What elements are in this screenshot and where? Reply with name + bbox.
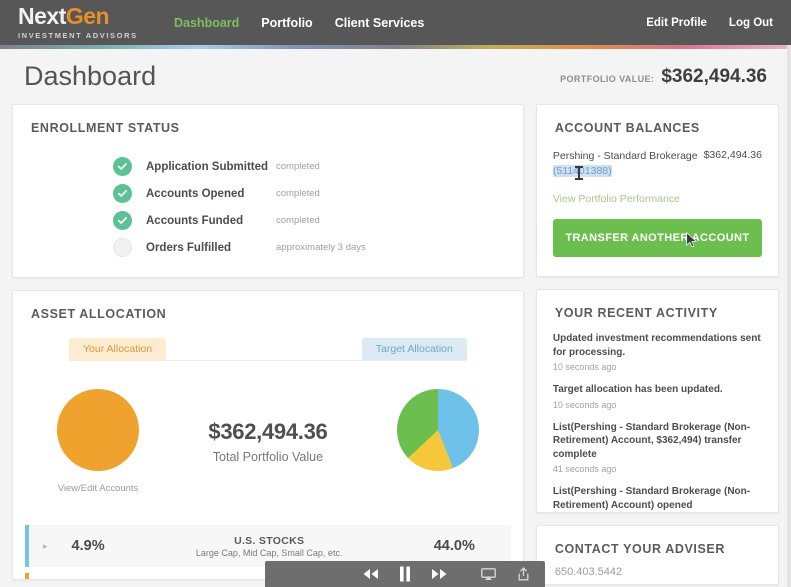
enrollment-status-title: ENROLLMENT STATUS xyxy=(31,121,180,135)
enrollment-step-label: Orders Fulfilled xyxy=(146,241,231,254)
brand-logo[interactable]: NextGen INVESTMENT ADVISORS xyxy=(18,5,146,41)
brand-gen-text: Gen xyxy=(65,3,110,29)
check-circle-icon xyxy=(113,184,132,203)
page-header: Dashboard PORTFOLIO VALUE: $362,494.36 xyxy=(0,49,791,104)
enrollment-step: Application Submitted completed xyxy=(113,153,523,180)
right-column: ACCOUNT BALANCES Pershing - Standard Bro… xyxy=(535,104,779,585)
chevron-right-icon[interactable]: ▸ xyxy=(43,541,48,552)
dashboard-page: NextGen INVESTMENT ADVISORS Dashboard Po… xyxy=(0,0,791,587)
pause-icon[interactable] xyxy=(399,566,411,582)
account-balance-row: Pershing - Standard Brokerage (511401388… xyxy=(537,135,778,179)
check-circle-icon xyxy=(113,211,132,230)
account-name-block: Pershing - Standard Brokerage (511401388… xyxy=(552,149,698,179)
activity-time: 10 seconds ago xyxy=(552,399,617,410)
enrollment-step-status: completed xyxy=(276,161,320,172)
asset-row-target-pct: 44.0% xyxy=(433,538,475,554)
secondary-nav: Edit Profile Log Out xyxy=(646,17,773,29)
view-edit-accounts-link[interactable]: View/Edit Accounts xyxy=(58,483,139,494)
enrollment-step-label: Application Submitted xyxy=(146,160,269,173)
rainbow-divider xyxy=(0,45,791,49)
enrollment-step: Accounts Opened completed xyxy=(113,180,523,207)
brand-tagline: INVESTMENT ADVISORS xyxy=(18,31,138,40)
portfolio-value-summary: PORTFOLIO VALUE: $362,494.36 xyxy=(560,66,767,88)
transfer-another-account-button[interactable]: TRANSFER ANOTHER ACCOUNT xyxy=(552,219,762,258)
enrollment-step-label: Accounts Funded xyxy=(146,214,244,227)
enrollment-step-status: completed xyxy=(276,188,320,199)
view-portfolio-performance-link[interactable]: View Portfolio Performance xyxy=(537,179,778,205)
activity-item: List(Pershing - Standard Brokerage (Non-… xyxy=(553,421,762,475)
total-portfolio-label: Total Portfolio Value xyxy=(212,449,324,464)
enrollment-step: Accounts Funded completed xyxy=(113,207,523,234)
asset-allocation-card: ASSET ALLOCATION Your Allocation Target … xyxy=(12,290,524,580)
top-navbar: NextGen INVESTMENT ADVISORS Dashboard Po… xyxy=(0,0,791,45)
activity-time: 10 seconds ago xyxy=(552,362,617,372)
mouse-pointer xyxy=(686,231,697,253)
your-allocation-pie-chart xyxy=(57,388,139,471)
enrollment-step-label: Accounts Opened xyxy=(146,187,245,200)
enrollment-steps-list: Application Submitted completed Accounts… xyxy=(13,135,523,261)
activity-item: Target allocation has been updated. 10 s… xyxy=(553,383,762,410)
activity-time: 41 seconds ago xyxy=(552,464,617,474)
enrollment-step: Orders Fulfilled approximately 3 days xyxy=(113,234,523,261)
account-amount: $362,494.36 xyxy=(703,149,762,161)
contact-adviser-title: CONTACT YOUR ADVISER xyxy=(554,542,725,556)
nav-item-edit-profile[interactable]: Edit Profile xyxy=(646,17,707,29)
asset-row-name: U.S. STOCKS xyxy=(234,534,305,547)
main-content: ENROLLMENT STATUS Application Submitted … xyxy=(0,104,791,585)
nav-item-log-out[interactable]: Log Out xyxy=(729,17,773,29)
activity-text: Target allocation has been updated. xyxy=(552,384,723,395)
share-icon[interactable] xyxy=(518,567,529,581)
allocation-charts: View/Edit Accounts $362,494.36 Total Por… xyxy=(13,361,523,511)
target-allocation-chart-block xyxy=(353,389,523,493)
nav-item-dashboard[interactable]: Dashboard xyxy=(174,16,239,30)
enrollment-step-status: approximately 3 days xyxy=(276,242,366,253)
account-balances-card: ACCOUNT BALANCES Pershing - Standard Bro… xyxy=(535,104,779,277)
nav-item-portfolio[interactable]: Portfolio xyxy=(261,16,312,30)
activity-item: Updated investment recommendations sent … xyxy=(553,332,762,372)
asset-row-your-pct: 4.9% xyxy=(71,538,105,554)
rewind-icon[interactable] xyxy=(362,568,379,580)
primary-nav: Dashboard Portfolio Client Services xyxy=(174,16,424,30)
activity-item: List(Pershing - Standard Brokerage (Non-… xyxy=(552,485,762,512)
adviser-phone[interactable]: 650.403.5442 xyxy=(537,556,778,578)
left-column: ENROLLMENT STATUS Application Submitted … xyxy=(12,104,524,585)
text-cursor xyxy=(575,166,583,180)
airplay-icon[interactable] xyxy=(481,567,496,581)
contact-adviser-card: CONTACT YOUR ADVISER 650.403.5442 xyxy=(535,525,779,585)
brand-wordmark: NextGen xyxy=(18,5,146,28)
video-extra-controls xyxy=(481,567,529,581)
total-portfolio-amount: $362,494.36 xyxy=(208,418,328,444)
target-allocation-pie-chart xyxy=(396,389,479,471)
activity-list: Updated investment recommendations sent … xyxy=(537,320,778,512)
activity-text: List(Pershing - Standard Brokerage (Non-… xyxy=(552,486,751,511)
account-name: Pershing - Standard Brokerage xyxy=(552,150,698,162)
portfolio-value-label: PORTFOLIO VALUE: xyxy=(560,73,655,84)
portfolio-total-block: $362,494.36 Total Portfolio Value xyxy=(183,419,353,464)
recent-activity-card: YOUR RECENT ACTIVITY Updated investment … xyxy=(535,289,779,513)
tab-target-allocation[interactable]: Target Allocation xyxy=(361,338,467,360)
allocation-tabs: Your Allocation Target Allocation xyxy=(69,335,467,361)
activity-text: Updated investment recommendations sent … xyxy=(552,333,761,358)
nav-item-client-services[interactable]: Client Services xyxy=(335,16,425,30)
check-circle-icon xyxy=(113,157,132,176)
enrollment-status-card: ENROLLMENT STATUS Application Submitted … xyxy=(12,104,524,278)
activity-text: List(Pershing - Standard Brokerage (Non-… xyxy=(552,421,751,460)
portfolio-value-amount: $362,494.36 xyxy=(661,65,767,87)
asset-allocation-title: ASSET ALLOCATION xyxy=(31,307,167,321)
recent-activity-title: YOUR RECENT ACTIVITY xyxy=(554,306,718,320)
account-balances-title: ACCOUNT BALANCES xyxy=(554,121,700,135)
video-control-bar[interactable] xyxy=(265,561,545,587)
empty-circle-icon xyxy=(113,238,132,257)
brand-next-text: Next xyxy=(18,3,66,29)
page-scrollbar[interactable] xyxy=(787,45,791,587)
asset-row-name-block: U.S. STOCKS Large Cap, Mid Cap, Small Ca… xyxy=(105,535,434,558)
your-allocation-chart-block: View/Edit Accounts xyxy=(13,388,183,494)
asset-row-description: Large Cap, Mid Cap, Small Cap, etc. xyxy=(195,547,343,558)
fast-forward-icon[interactable] xyxy=(431,568,448,580)
tab-your-allocation[interactable]: Your Allocation xyxy=(69,338,167,360)
video-transport-controls xyxy=(362,566,448,582)
enrollment-step-status: completed xyxy=(276,215,320,226)
page-title: Dashboard xyxy=(24,61,157,91)
